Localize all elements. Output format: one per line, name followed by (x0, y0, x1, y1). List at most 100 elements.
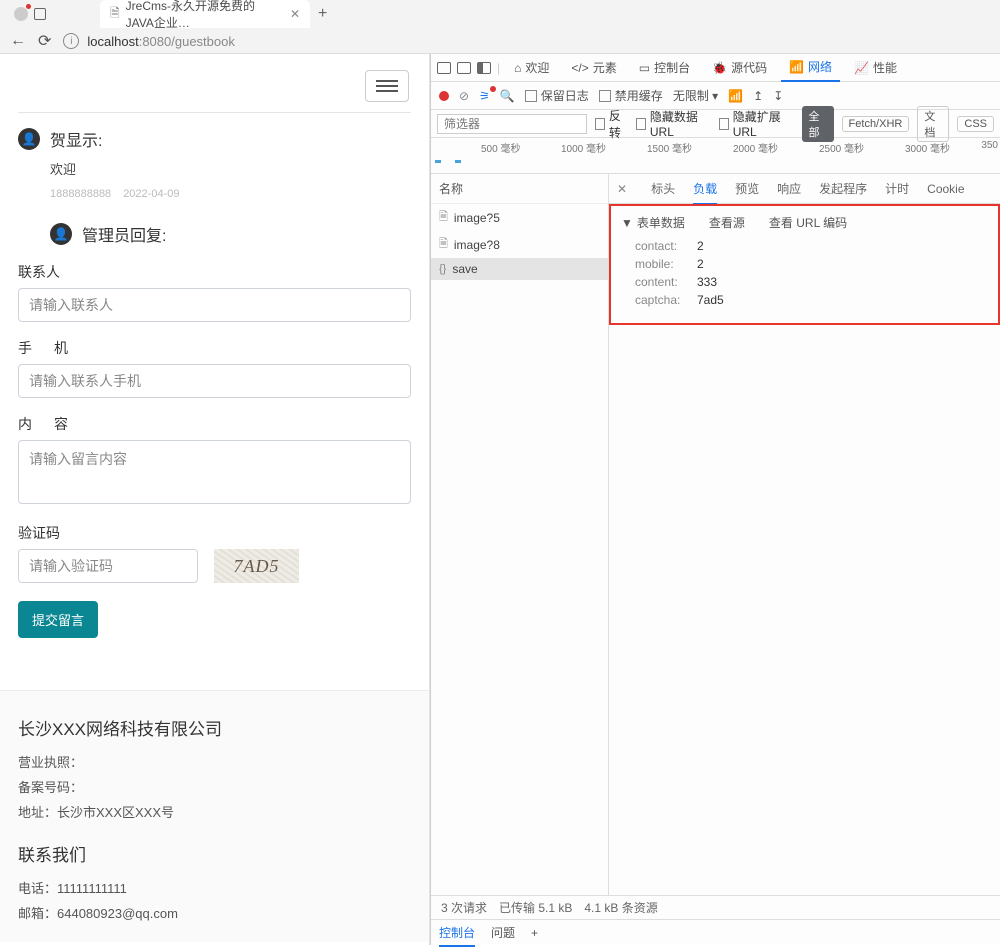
contact-us-title: 联系我们 (18, 841, 411, 866)
detail-tab-payload[interactable]: 负载 (693, 180, 717, 205)
tab-network[interactable]: 📶 网络 (781, 54, 840, 82)
hide-ext-url-checkbox[interactable]: 隐藏扩展 URL (719, 108, 794, 139)
download-icon[interactable]: ↧ (773, 89, 783, 103)
devtools-toolbar: ⊘ ⚞ 🔍 保留日志 禁用缓存 无限制 ▾ 📶 ↥ ↧ (431, 82, 1000, 110)
tab-console[interactable]: ▭ 控制台 (631, 54, 698, 82)
record-icon[interactable] (439, 91, 449, 101)
upload-icon[interactable]: ↥ (753, 89, 763, 103)
payload-row: contact:2 (621, 237, 988, 255)
close-icon[interactable]: ✕ (290, 7, 300, 21)
email-text: 邮箱：644080923@qq.com (18, 903, 411, 922)
close-detail-icon[interactable]: ✕ (617, 182, 627, 196)
new-tab-button[interactable]: + (318, 5, 327, 23)
avatar-icon: 👤 (18, 128, 40, 150)
address-bar[interactable]: i localhost:8080/guestbook (63, 33, 234, 49)
captcha-input[interactable] (18, 549, 198, 583)
contact-input[interactable] (18, 288, 411, 322)
filter-toggle-icon[interactable]: ⚞ (479, 89, 490, 103)
hide-data-url-checkbox[interactable]: 隐藏数据 URL (636, 108, 711, 139)
tab-performance[interactable]: 📈 性能 (846, 54, 905, 82)
record-text: 备案号码： (18, 777, 411, 796)
file-icon: 🗎 (439, 208, 448, 227)
window-controls (4, 7, 56, 21)
request-item[interactable]: 🗎image?8 (431, 231, 608, 258)
site-info-icon[interactable]: i (63, 33, 79, 49)
mobile-input[interactable] (18, 364, 411, 398)
comment-phone: 1888888888 (50, 188, 111, 200)
view-url-encoded-link[interactable]: 查看 URL 编码 (769, 214, 847, 231)
filter-input[interactable] (437, 114, 587, 134)
content-label: 内 容 (18, 414, 411, 434)
payload-row: content:333 (621, 273, 988, 291)
braces-icon: {} (439, 263, 446, 275)
request-list-header: 名称 (431, 174, 608, 204)
comment-date: 2022-04-09 (123, 188, 179, 200)
throttle-select[interactable]: 无限制 ▾ (673, 87, 718, 104)
drawer-tab-console[interactable]: 控制台 (439, 924, 475, 947)
wifi-icon[interactable]: 📶 (728, 89, 743, 103)
file-icon: 🗎 (439, 235, 448, 254)
avatar-icon: 👤 (50, 223, 72, 245)
filter-fetch[interactable]: Fetch/XHR (842, 116, 910, 132)
captcha-label: 验证码 (18, 523, 411, 543)
captcha-image[interactable]: 7AD5 (214, 549, 299, 583)
tel-text: 电话：11111111111 (18, 878, 411, 897)
back-button[interactable]: ← (10, 32, 26, 50)
detail-tab-response[interactable]: 响应 (777, 180, 801, 197)
view-source-link[interactable]: 查看源 (709, 214, 745, 231)
tab-elements[interactable]: </> 元素 (563, 54, 624, 82)
filter-doc[interactable]: 文档 (917, 106, 949, 142)
mobile-label: 手 机 (18, 338, 411, 358)
admin-reply-label: 管理员回复: (82, 222, 166, 246)
footer: 长沙XXX网络科技有限公司 营业执照： 备案号码： 地址：长沙市XXX区XXX号… (0, 690, 429, 942)
request-item-selected[interactable]: {}save (431, 258, 608, 280)
tabs-overview-icon[interactable] (34, 8, 46, 20)
tab-title: JreCms-永久开源免费的JAVA企业… (126, 0, 280, 31)
browser-tab[interactable]: 🗎 JreCms-永久开源免费的JAVA企业… ✕ (100, 0, 310, 28)
network-timeline[interactable]: 500 毫秒 1000 毫秒 1500 毫秒 2000 毫秒 2500 毫秒 3… (431, 138, 1000, 174)
document-icon: 🗎 (110, 4, 120, 25)
content-textarea[interactable] (18, 440, 411, 504)
filter-all[interactable]: 全部 (802, 106, 834, 142)
detail-tab-cookies[interactable]: Cookie (927, 182, 964, 196)
devtools-filter-row: 反转 隐藏数据 URL 隐藏扩展 URL 全部 Fetch/XHR 文档 CSS (431, 110, 1000, 138)
dock-icon[interactable] (477, 62, 491, 74)
company-name: 长沙XXX网络科技有限公司 (18, 715, 411, 740)
detail-tab-headers[interactable]: 标头 (651, 180, 675, 197)
devtools-top-tabs: | ⌂ 欢迎 </> 元素 ▭ 控制台 🐞 源代码 📶 网络 📈 性能 (431, 54, 1000, 82)
disable-cache-checkbox[interactable]: 禁用缓存 (599, 87, 663, 104)
clear-icon[interactable]: ⊘ (459, 89, 469, 103)
filter-css[interactable]: CSS (957, 116, 994, 132)
address-text: 地址：长沙市XXX区XXX号 (18, 802, 411, 821)
request-list: 名称 🗎image?5 🗎image?8 {}save (431, 174, 609, 895)
submit-button[interactable]: 提交留言 (18, 601, 98, 638)
form-data-toggle[interactable]: ▼表单数据 (621, 214, 685, 231)
add-drawer-tab-icon[interactable]: + (531, 926, 538, 940)
license-text: 营业执照： (18, 752, 411, 771)
inspect-icon[interactable] (437, 62, 451, 74)
drawer-tab-issues[interactable]: 问题 (491, 924, 515, 941)
tab-welcome[interactable]: ⌂ 欢迎 (506, 54, 557, 82)
payload-row: mobile:2 (621, 255, 988, 273)
detail-tab-preview[interactable]: 预览 (735, 180, 759, 197)
comment-text: 欢迎 (50, 159, 411, 178)
devtools-panel: | ⌂ 欢迎 </> 元素 ▭ 控制台 🐞 源代码 📶 网络 📈 性能 ⊘ ⚞ … (430, 54, 1000, 945)
commenter-name: 贺显示: (50, 127, 102, 151)
reload-button[interactable]: ⟳ (38, 31, 51, 51)
invert-checkbox[interactable]: 反转 (595, 107, 628, 141)
network-status-bar: 3 次请求 已传输 5.1 kB 4.1 kB 条资源 (431, 895, 1000, 919)
detail-tab-initiator[interactable]: 发起程序 (819, 180, 867, 197)
profile-icon[interactable] (14, 7, 28, 21)
device-toggle-icon[interactable] (457, 62, 471, 74)
detail-tab-timing[interactable]: 计时 (885, 180, 909, 197)
request-item[interactable]: 🗎image?5 (431, 204, 608, 231)
payload-highlight-box: ▼表单数据 查看源 查看 URL 编码 contact:2 mobile:2 c… (609, 204, 1000, 325)
search-icon[interactable]: 🔍 (500, 89, 515, 103)
request-detail: ✕ 标头 负载 预览 响应 发起程序 计时 Cookie ▼表单数据 查看源 查… (609, 174, 1000, 895)
menu-toggle[interactable] (365, 70, 409, 102)
browser-chrome: 🗎 JreCms-永久开源免费的JAVA企业… ✕ + ← ⟳ i localh… (0, 0, 1000, 54)
tab-sources[interactable]: 🐞 源代码 (704, 54, 775, 82)
page-content: 👤 贺显示: 欢迎 1888888888 2022-04-09 👤 管理员回复:… (0, 54, 430, 945)
devtools-drawer-tabs: 控制台 问题 + (431, 919, 1000, 945)
preserve-log-checkbox[interactable]: 保留日志 (525, 87, 589, 104)
